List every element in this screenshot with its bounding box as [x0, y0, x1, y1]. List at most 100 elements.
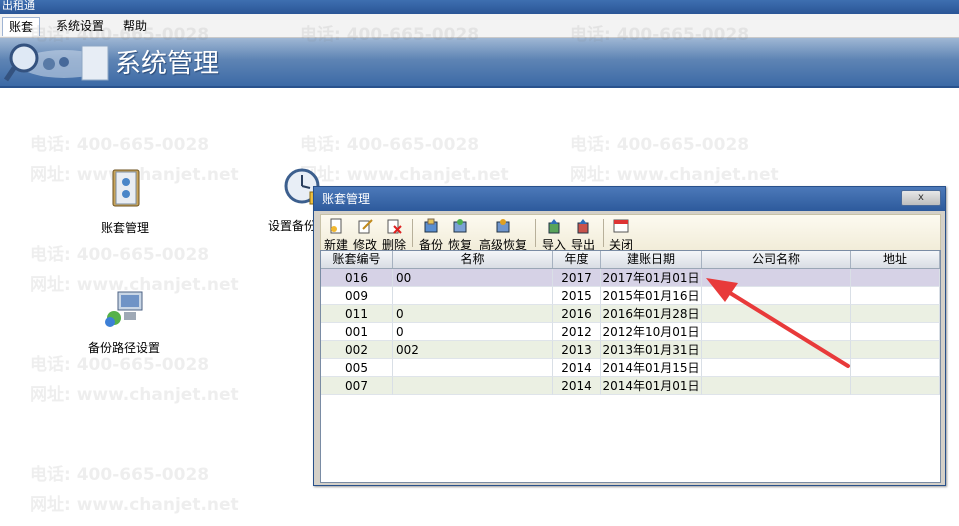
- watermark-phone: 电话: 400-665-0028: [30, 245, 210, 265]
- account-table: 账套编号 名称 年度 建账日期 公司名称 地址 016 00 2017 2017…: [320, 250, 941, 483]
- cell-company: [702, 287, 851, 305]
- backup-path-label: 备份路径设置: [87, 341, 160, 355]
- cell-year: 2014: [553, 377, 601, 395]
- page-title: 系统管理: [115, 49, 220, 79]
- table-row[interactable]: 007 2014 2014年01月01日: [321, 377, 940, 395]
- column-header-name[interactable]: 名称: [393, 251, 553, 268]
- column-header-code[interactable]: 账套编号: [321, 251, 393, 268]
- cell-date: 2014年01月01日: [601, 377, 702, 395]
- cell-code: 001: [321, 323, 393, 341]
- column-header-company[interactable]: 公司名称: [702, 251, 851, 268]
- toolbar-separator: [412, 219, 413, 247]
- cell-address: [851, 305, 940, 323]
- column-header-year[interactable]: 年度: [553, 251, 601, 268]
- column-header-address[interactable]: 地址: [851, 251, 940, 268]
- watermark-site: 网址: www.chanjet.net: [570, 165, 779, 185]
- delete-button[interactable]: 删除: [381, 216, 407, 252]
- cell-company: [702, 323, 851, 341]
- cell-date: 2014年01月15日: [601, 359, 702, 377]
- cell-name: 0: [393, 323, 553, 341]
- cell-company: [702, 377, 851, 395]
- delete-icon: [387, 219, 402, 234]
- cell-company: [702, 359, 851, 377]
- account-management-shortcut[interactable]: 账套管理: [90, 168, 160, 236]
- edit-button[interactable]: 修改: [352, 216, 378, 252]
- menu-bar: 账套 系统设置 帮助: [0, 14, 959, 38]
- table-row[interactable]: 011 0 2016 2016年01月28日: [321, 305, 940, 323]
- restore-icon: [453, 219, 467, 233]
- cell-year: 2016: [553, 305, 601, 323]
- cell-year: 2015: [553, 287, 601, 305]
- cell-address: [851, 287, 940, 305]
- edit-icon: [358, 219, 373, 234]
- export-button[interactable]: 导出: [570, 216, 596, 252]
- cell-date: 2016年01月28日: [601, 305, 702, 323]
- watermark-site: 网址: www.chanjet.net: [30, 385, 239, 405]
- app-title: 出租通: [2, 0, 35, 12]
- table-row[interactable]: 001 0 2012 2012年10月01日: [321, 323, 940, 341]
- cell-company: [702, 305, 851, 323]
- cell-company: [702, 269, 851, 287]
- export-icon: [577, 219, 589, 234]
- dialog-title: 账套管理: [322, 192, 371, 206]
- new-icon: [330, 218, 342, 234]
- watermark-site: 网址: www.chanjet.net: [300, 165, 509, 185]
- cell-name: [393, 377, 553, 395]
- advanced-restore-icon: [496, 219, 510, 233]
- cell-code: 009: [321, 287, 393, 305]
- cell-date: 2013年01月31日: [601, 341, 702, 359]
- cell-name: 00: [393, 269, 553, 287]
- menu-help[interactable]: 帮助: [117, 17, 153, 35]
- computer-network-icon: [105, 291, 143, 327]
- menu-system-settings[interactable]: 系统设置: [50, 17, 110, 35]
- cell-code: 002: [321, 341, 393, 359]
- cell-company: [702, 341, 851, 359]
- watermark-phone: 电话: 400-665-0028: [300, 135, 480, 155]
- backup-button[interactable]: 备份: [418, 216, 444, 252]
- cell-name: [393, 359, 553, 377]
- cell-name: [393, 287, 553, 305]
- watermark-phone: 电话: 400-665-0028: [570, 135, 750, 155]
- cell-date: 2015年01月16日: [601, 287, 702, 305]
- restore-button[interactable]: 恢复: [447, 216, 473, 252]
- cell-code: 007: [321, 377, 393, 395]
- watermark-phone: 电话: 400-665-0028: [30, 135, 210, 155]
- import-button[interactable]: 导入: [541, 216, 567, 252]
- table-row[interactable]: 005 2014 2014年01月15日: [321, 359, 940, 377]
- menu-account[interactable]: 账套: [2, 17, 41, 36]
- cell-code: 016: [321, 269, 393, 287]
- table-header: 账套编号 名称 年度 建账日期 公司名称 地址: [321, 251, 940, 269]
- cell-name: 002: [393, 341, 553, 359]
- cell-date: 2017年01月01日: [601, 269, 702, 287]
- new-button[interactable]: 新建: [323, 216, 349, 252]
- cell-code: 011: [321, 305, 393, 323]
- cell-date: 2012年10月01日: [601, 323, 702, 341]
- advanced-restore-button[interactable]: 高级恢复: [477, 216, 529, 252]
- cell-address: [851, 359, 940, 377]
- account-book-icon: [112, 169, 140, 207]
- cell-year: 2013: [553, 341, 601, 359]
- dialog-toolbar: 新建 修改 删除 备份 恢复 高级恢复 导入 导出 关闭: [320, 214, 941, 252]
- account-management-label: 账套管理: [100, 221, 149, 235]
- cell-address: [851, 269, 940, 287]
- close-window-icon: [613, 219, 629, 233]
- magnifier-logo-icon: [4, 43, 109, 82]
- dialog-title-bar[interactable]: 账套管理 x: [314, 187, 945, 211]
- table-row[interactable]: 002 002 2013 2013年01月31日: [321, 341, 940, 359]
- cell-name: 0: [393, 305, 553, 323]
- watermark-site: 网址: www.chanjet.net: [30, 495, 239, 515]
- table-row[interactable]: 016 00 2017 2017年01月01日: [321, 269, 940, 287]
- backup-path-shortcut[interactable]: 备份路径设置: [82, 288, 166, 356]
- toolbar-separator: [535, 219, 536, 247]
- column-header-date[interactable]: 建账日期: [601, 251, 702, 268]
- account-management-dialog: 账套管理 x 新建 修改 删除 备份 恢复 高级恢复 导入 导出 关闭 账套编号…: [313, 186, 946, 486]
- cell-address: [851, 377, 940, 395]
- cell-code: 005: [321, 359, 393, 377]
- close-button[interactable]: x: [901, 190, 941, 206]
- close-toolbar-button[interactable]: 关闭: [608, 216, 634, 252]
- table-row[interactable]: 009 2015 2015年01月16日: [321, 287, 940, 305]
- cell-year: 2012: [553, 323, 601, 341]
- toolbar-separator: [603, 219, 604, 247]
- cell-year: 2014: [553, 359, 601, 377]
- backup-icon: [424, 218, 438, 233]
